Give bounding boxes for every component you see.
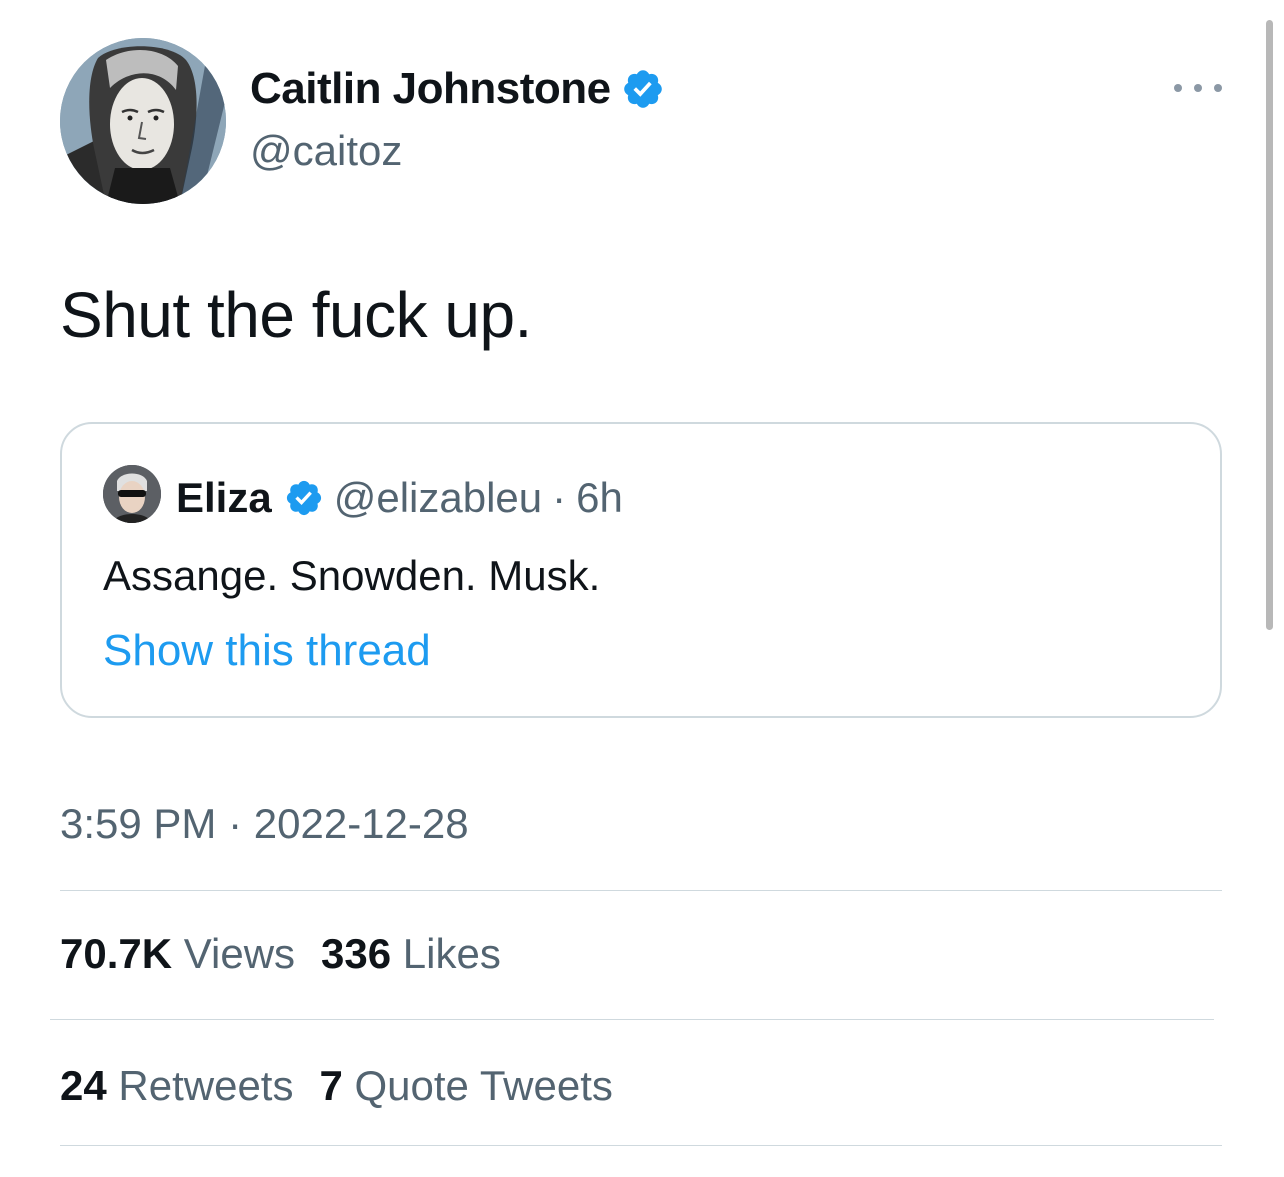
author-handle[interactable]: @caitoz [250, 127, 402, 175]
quoted-header: Eliza @elizableu · 6h [176, 474, 623, 522]
verified-badge-icon [623, 70, 662, 108]
retweets-label: Retweets [118, 1062, 294, 1109]
quoted-handle[interactable]: @elizableu [334, 474, 542, 522]
quoted-separator: · [552, 474, 567, 521]
retweets-count: 24 [60, 1062, 107, 1109]
quotes-label: Quote Tweets [354, 1062, 613, 1109]
quotes-stat[interactable]: 7 Quote Tweets [319, 1062, 612, 1109]
tweet-text: Shut the fuck up. [60, 279, 532, 351]
likes-stat[interactable]: 336 Likes [321, 930, 501, 977]
stats-row-retweets-quotes: 24 Retweets 7 Quote Tweets [60, 1062, 613, 1110]
tweet-time: 3:59 PM [60, 800, 217, 847]
more-dot [1194, 84, 1202, 92]
scrollbar-thumb[interactable] [1266, 20, 1273, 630]
timestamp-separator: · [228, 800, 243, 847]
author-avatar[interactable] [60, 38, 226, 204]
divider [50, 1019, 1214, 1020]
quotes-count: 7 [319, 1062, 343, 1109]
divider [60, 890, 1222, 891]
quoted-author-avatar-image [103, 465, 161, 523]
likes-label: Likes [402, 930, 501, 977]
stats-row-views-likes: 70.7K Views 336 Likes [60, 930, 501, 978]
quoted-author-avatar[interactable] [103, 465, 161, 523]
author-name-row[interactable]: Caitlin Johnstone [250, 64, 665, 114]
quoted-time[interactable]: 6h [576, 474, 623, 522]
views-label: Views [183, 930, 296, 977]
quoted-display-name[interactable]: Eliza [176, 474, 272, 522]
views-stat[interactable]: 70.7K Views [60, 930, 295, 977]
retweets-stat[interactable]: 24 Retweets [60, 1062, 293, 1109]
views-count: 70.7K [60, 930, 173, 977]
quoted-tweet-text: Assange. Snowden. Musk. [103, 552, 601, 599]
tweet-date: 2022-12-28 [253, 800, 469, 847]
show-thread-link[interactable]: Show this thread [103, 626, 431, 676]
divider [60, 1145, 1222, 1146]
tweet-detail-page: Caitlin Johnstone @caitoz Shut the fuck … [0, 0, 1284, 1177]
likes-count: 336 [321, 930, 392, 977]
tweet-timestamp[interactable]: 3:59 PM · 2022-12-28 [60, 800, 469, 848]
quoted-tweet-card[interactable]: Eliza @elizableu · 6h Assange. Snowden. … [60, 422, 1222, 718]
more-dot [1174, 84, 1182, 92]
author-display-name[interactable]: Caitlin Johnstone [250, 64, 611, 114]
author-avatar-image [60, 38, 226, 204]
more-options-icon[interactable] [1174, 76, 1222, 100]
quoted-verified-badge-icon [286, 480, 321, 516]
more-dot [1214, 84, 1222, 92]
